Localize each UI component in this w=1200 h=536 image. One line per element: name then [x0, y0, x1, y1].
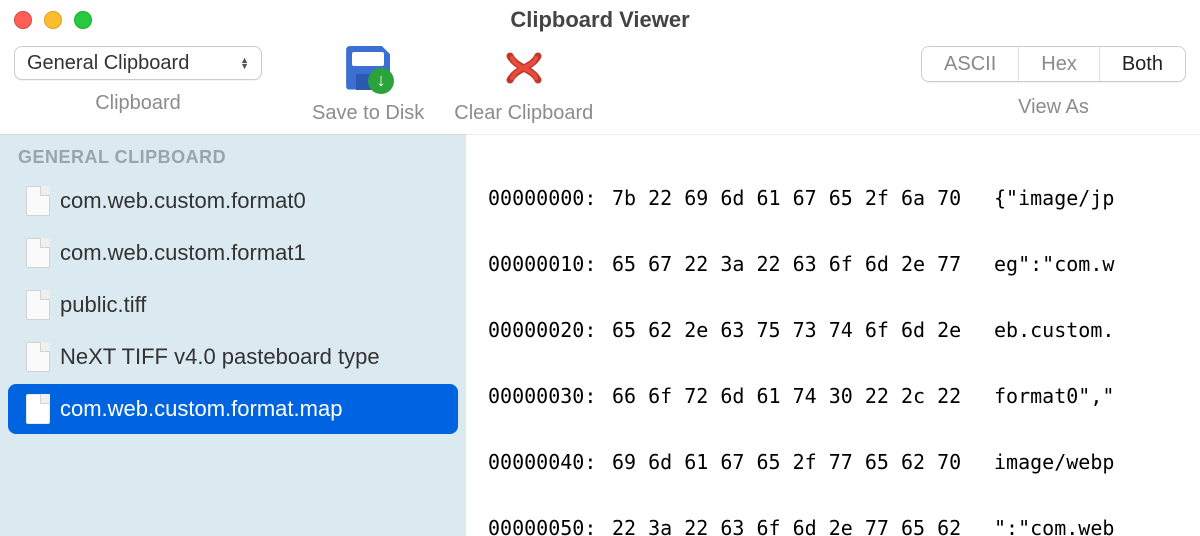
toolbar: General Clipboard ▲▼ Clipboard ↓ Save to…	[0, 40, 1200, 134]
titlebar: Clipboard Viewer	[0, 0, 1200, 40]
clear-icon	[502, 46, 546, 90]
hex-bytes: 65 67 22 3a 22 63 6f 6d 2e 77	[612, 253, 994, 275]
document-icon	[26, 186, 50, 216]
hex-row: 00000040:69 6d 61 67 65 2f 77 65 62 70im…	[488, 451, 1200, 473]
sidebar-item[interactable]: com.web.custom.format1	[8, 228, 458, 278]
traffic-lights	[14, 11, 92, 29]
hex-ascii: eg":"com.w	[994, 253, 1114, 275]
hex-row: 00000030:66 6f 72 6d 61 74 30 22 2c 22fo…	[488, 385, 1200, 407]
hex-ascii: image/webp	[994, 451, 1114, 473]
hex-bytes: 22 3a 22 63 6f 6d 2e 77 65 62	[612, 517, 994, 536]
sidebar-item-label: NeXT TIFF v4.0 pasteboard type	[60, 344, 380, 370]
hex-bytes: 69 6d 61 67 65 2f 77 65 62 70	[612, 451, 994, 473]
save-to-disk-button[interactable]: ↓ Save to Disk	[312, 46, 424, 125]
sidebar-item-label: com.web.custom.format1	[60, 240, 306, 266]
save-icon: ↓	[346, 46, 390, 90]
hex-addr: 00000000:	[488, 187, 612, 209]
minimize-window-button[interactable]	[44, 11, 62, 29]
document-icon	[26, 238, 50, 268]
sidebar: GENERAL CLIPBOARD com.web.custom.format0…	[0, 134, 466, 536]
select-arrows-icon: ▲▼	[240, 57, 249, 69]
viewas-hex-button[interactable]: Hex	[1019, 47, 1100, 81]
sidebar-item[interactable]: public.tiff	[8, 280, 458, 330]
hex-bytes: 7b 22 69 6d 61 67 65 2f 6a 70	[612, 187, 994, 209]
hex-addr: 00000030:	[488, 385, 612, 407]
sidebar-item[interactable]: NeXT TIFF v4.0 pasteboard type	[8, 332, 458, 382]
hex-bytes: 66 6f 72 6d 61 74 30 22 2c 22	[612, 385, 994, 407]
clipboard-select-value: General Clipboard	[27, 52, 189, 75]
document-icon	[26, 394, 50, 424]
document-icon	[26, 342, 50, 372]
close-window-button[interactable]	[14, 11, 32, 29]
hex-row: 00000050:22 3a 22 63 6f 6d 2e 77 65 62":…	[488, 517, 1200, 536]
hex-row: 00000000:7b 22 69 6d 61 67 65 2f 6a 70{"…	[488, 187, 1200, 209]
hex-view: 00000000:7b 22 69 6d 61 67 65 2f 6a 70{"…	[466, 134, 1200, 536]
hex-addr: 00000020:	[488, 319, 612, 341]
hex-row: 00000020:65 62 2e 63 75 73 74 6f 6d 2eeb…	[488, 319, 1200, 341]
hex-addr: 00000010:	[488, 253, 612, 275]
hex-ascii: ":"com.web	[994, 517, 1114, 536]
viewas-label: View As	[1018, 96, 1089, 119]
sidebar-item-label: com.web.custom.format.map	[60, 396, 342, 422]
sidebar-item-label: com.web.custom.format0	[60, 188, 306, 214]
clear-label: Clear Clipboard	[454, 102, 593, 125]
save-label: Save to Disk	[312, 102, 424, 125]
sidebar-item[interactable]: com.web.custom.format0	[8, 176, 458, 226]
clipboard-select[interactable]: General Clipboard ▲▼	[14, 46, 262, 80]
window-title: Clipboard Viewer	[0, 7, 1200, 33]
sidebar-item-label: public.tiff	[60, 292, 146, 318]
sidebar-item[interactable]: com.web.custom.format.map	[8, 384, 458, 434]
hex-addr: 00000050:	[488, 517, 612, 536]
hex-addr: 00000040:	[488, 451, 612, 473]
document-icon	[26, 290, 50, 320]
clear-clipboard-button[interactable]: Clear Clipboard	[454, 46, 593, 125]
hex-bytes: 65 62 2e 63 75 73 74 6f 6d 2e	[612, 319, 994, 341]
hex-ascii: {"image/jp	[994, 187, 1114, 209]
hex-row: 00000010:65 67 22 3a 22 63 6f 6d 2e 77eg…	[488, 253, 1200, 275]
hex-ascii: eb.custom.	[994, 319, 1114, 341]
sidebar-header: GENERAL CLIPBOARD	[0, 141, 466, 174]
view-as-segmented-control: ASCII Hex Both	[921, 46, 1186, 82]
viewas-ascii-button[interactable]: ASCII	[922, 47, 1019, 81]
content: GENERAL CLIPBOARD com.web.custom.format0…	[0, 134, 1200, 536]
viewas-both-button[interactable]: Both	[1100, 47, 1185, 81]
maximize-window-button[interactable]	[74, 11, 92, 29]
hex-ascii: format0","	[994, 385, 1114, 407]
clipboard-label: Clipboard	[95, 92, 181, 115]
